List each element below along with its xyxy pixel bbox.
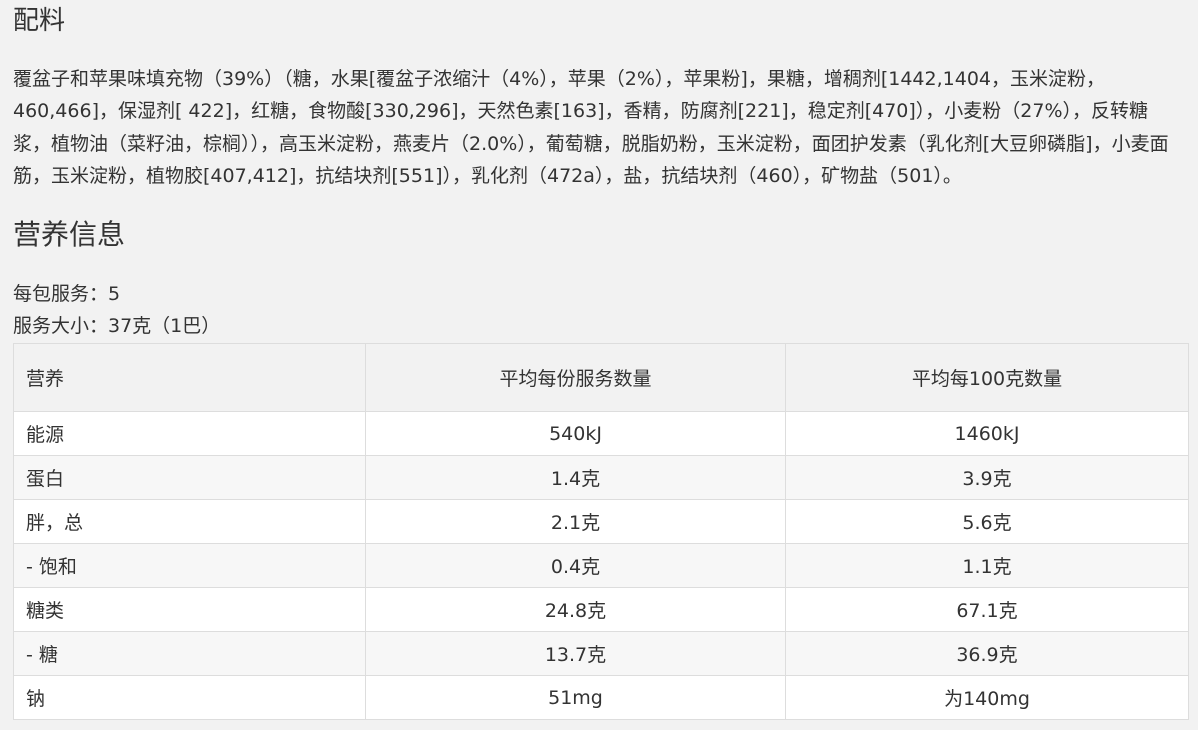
header-nutrient: 营养	[13, 343, 366, 412]
serving-size: 服务大小：37克（1巴）	[13, 315, 221, 337]
nutrient-name: - 饱和	[13, 543, 366, 588]
nutrient-name: 蛋白	[13, 455, 366, 500]
per-100g-value: 3.9克	[785, 455, 1189, 500]
per-100g-value: 67.1克	[785, 587, 1189, 632]
per-serving-value: 13.7克	[365, 631, 786, 676]
per-100g-value: 1460kJ	[785, 411, 1189, 456]
table-row: 糖类 24.8克 67.1克	[13, 587, 1189, 632]
table-row: 能源 540kJ 1460kJ	[13, 411, 1189, 456]
header-per-100g: 平均每100克数量	[785, 343, 1189, 412]
per-serving-value: 1.4克	[365, 455, 786, 500]
nutrient-name: 钠	[13, 675, 366, 720]
header-per-serving: 平均每份服务数量	[365, 343, 786, 412]
table-row: 蛋白 1.4克 3.9克	[13, 455, 1189, 500]
per-serving-value: 0.4克	[365, 543, 786, 588]
table-row: 钠 51mg 为140mg	[13, 675, 1189, 720]
servings-per-pack: 每包服务：5	[13, 283, 121, 305]
nutrition-heading: 营养信息	[13, 218, 126, 251]
per-100g-value: 5.6克	[785, 499, 1189, 544]
table-row: - 饱和 0.4克 1.1克	[13, 543, 1189, 588]
product-info-page: 配料 覆盆子和苹果味填充物（39%）（糖，水果[覆盆子浓缩汁（4%），苹果（2%…	[0, 0, 1198, 730]
per-100g-value: 为140mg	[785, 675, 1189, 720]
table-row: - 糖 13.7克 36.9克	[13, 631, 1189, 676]
ingredients-text: 覆盆子和苹果味填充物（39%）（糖，水果[覆盆子浓缩汁（4%），苹果（2%），苹…	[13, 68, 1169, 187]
nutrient-name: 糖类	[13, 587, 366, 632]
nutrient-name: - 糖	[13, 631, 366, 676]
nutrient-name: 胖，总	[13, 499, 366, 544]
table-row: 胖，总 2.1克 5.6克	[13, 499, 1189, 544]
per-100g-value: 1.1克	[785, 543, 1189, 588]
ingredients-heading: 配料	[13, 6, 66, 36]
nutrition-table: 营养 平均每份服务数量 平均每100克数量 能源 540kJ 1460kJ 蛋白…	[13, 343, 1189, 720]
nutrition-table-header-row: 营养 平均每份服务数量 平均每100克数量	[13, 343, 1189, 412]
per-serving-value: 51mg	[365, 675, 786, 720]
nutrient-name: 能源	[13, 411, 366, 456]
per-100g-value: 36.9克	[785, 631, 1189, 676]
per-serving-value: 24.8克	[365, 587, 786, 632]
per-serving-value: 540kJ	[365, 411, 786, 456]
per-serving-value: 2.1克	[365, 499, 786, 544]
